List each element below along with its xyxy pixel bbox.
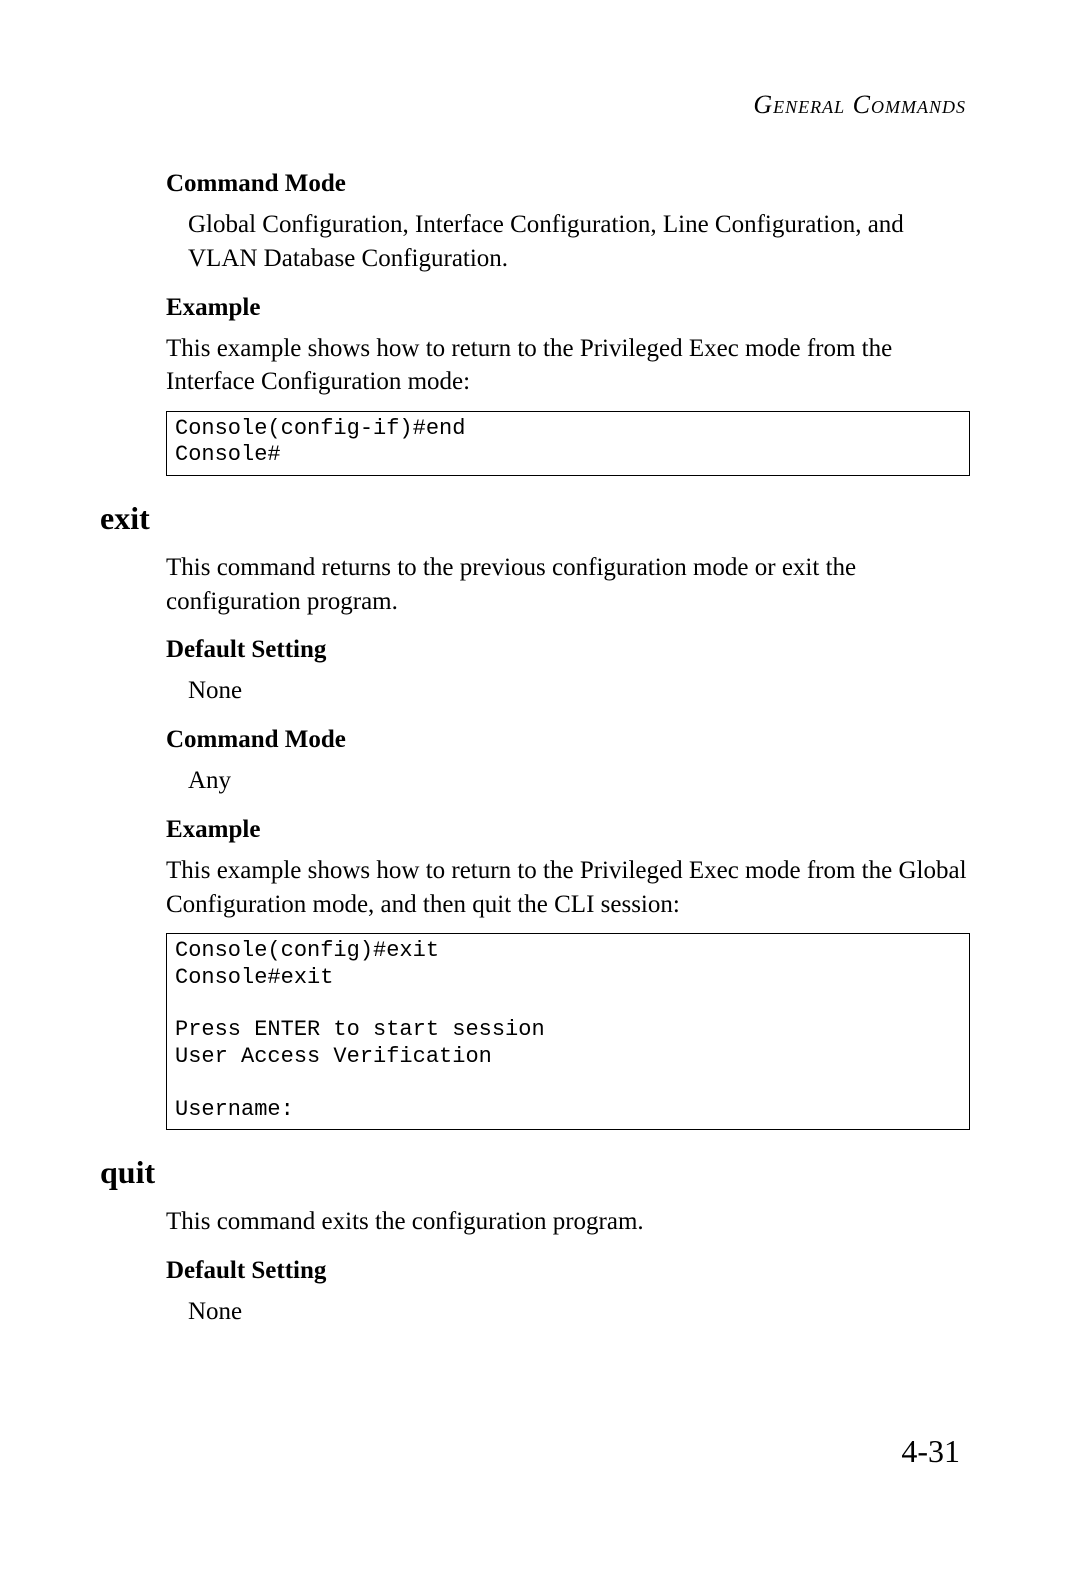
end-example-heading: Example	[166, 294, 970, 322]
exit-default-heading: Default Setting	[166, 636, 970, 664]
end-command-mode-text: Global Configuration, Interface Configur…	[166, 208, 970, 276]
page: General Commands Command Mode Global Con…	[0, 0, 1080, 1570]
end-command-mode-heading: Command Mode	[166, 170, 970, 198]
exit-command-mode-heading: Command Mode	[166, 726, 970, 754]
exit-default-text: None	[166, 674, 970, 708]
quit-default-text: None	[166, 1295, 970, 1329]
exit-example-heading: Example	[166, 816, 970, 844]
quit-heading: quit	[100, 1154, 970, 1191]
quit-default-heading: Default Setting	[166, 1257, 970, 1285]
exit-description: This command returns to the previous con…	[166, 551, 970, 619]
section-exit: This command returns to the previous con…	[100, 551, 970, 1130]
exit-example-text: This example shows how to return to the …	[166, 854, 970, 922]
section-quit: This command exits the configuration pro…	[100, 1205, 970, 1329]
section-end-remainder: Command Mode Global Configuration, Inter…	[100, 170, 970, 476]
exit-example-code: Console(config)#exit Console#exit Press …	[166, 933, 970, 1130]
exit-command-mode-text: Any	[166, 764, 970, 798]
end-example-text: This example shows how to return to the …	[166, 332, 970, 400]
running-header: General Commands	[100, 90, 970, 120]
page-number: 4-31	[901, 1433, 960, 1470]
quit-description: This command exits the configuration pro…	[166, 1205, 970, 1239]
end-example-code: Console(config-if)#end Console#	[166, 411, 970, 476]
exit-heading: exit	[100, 500, 970, 537]
